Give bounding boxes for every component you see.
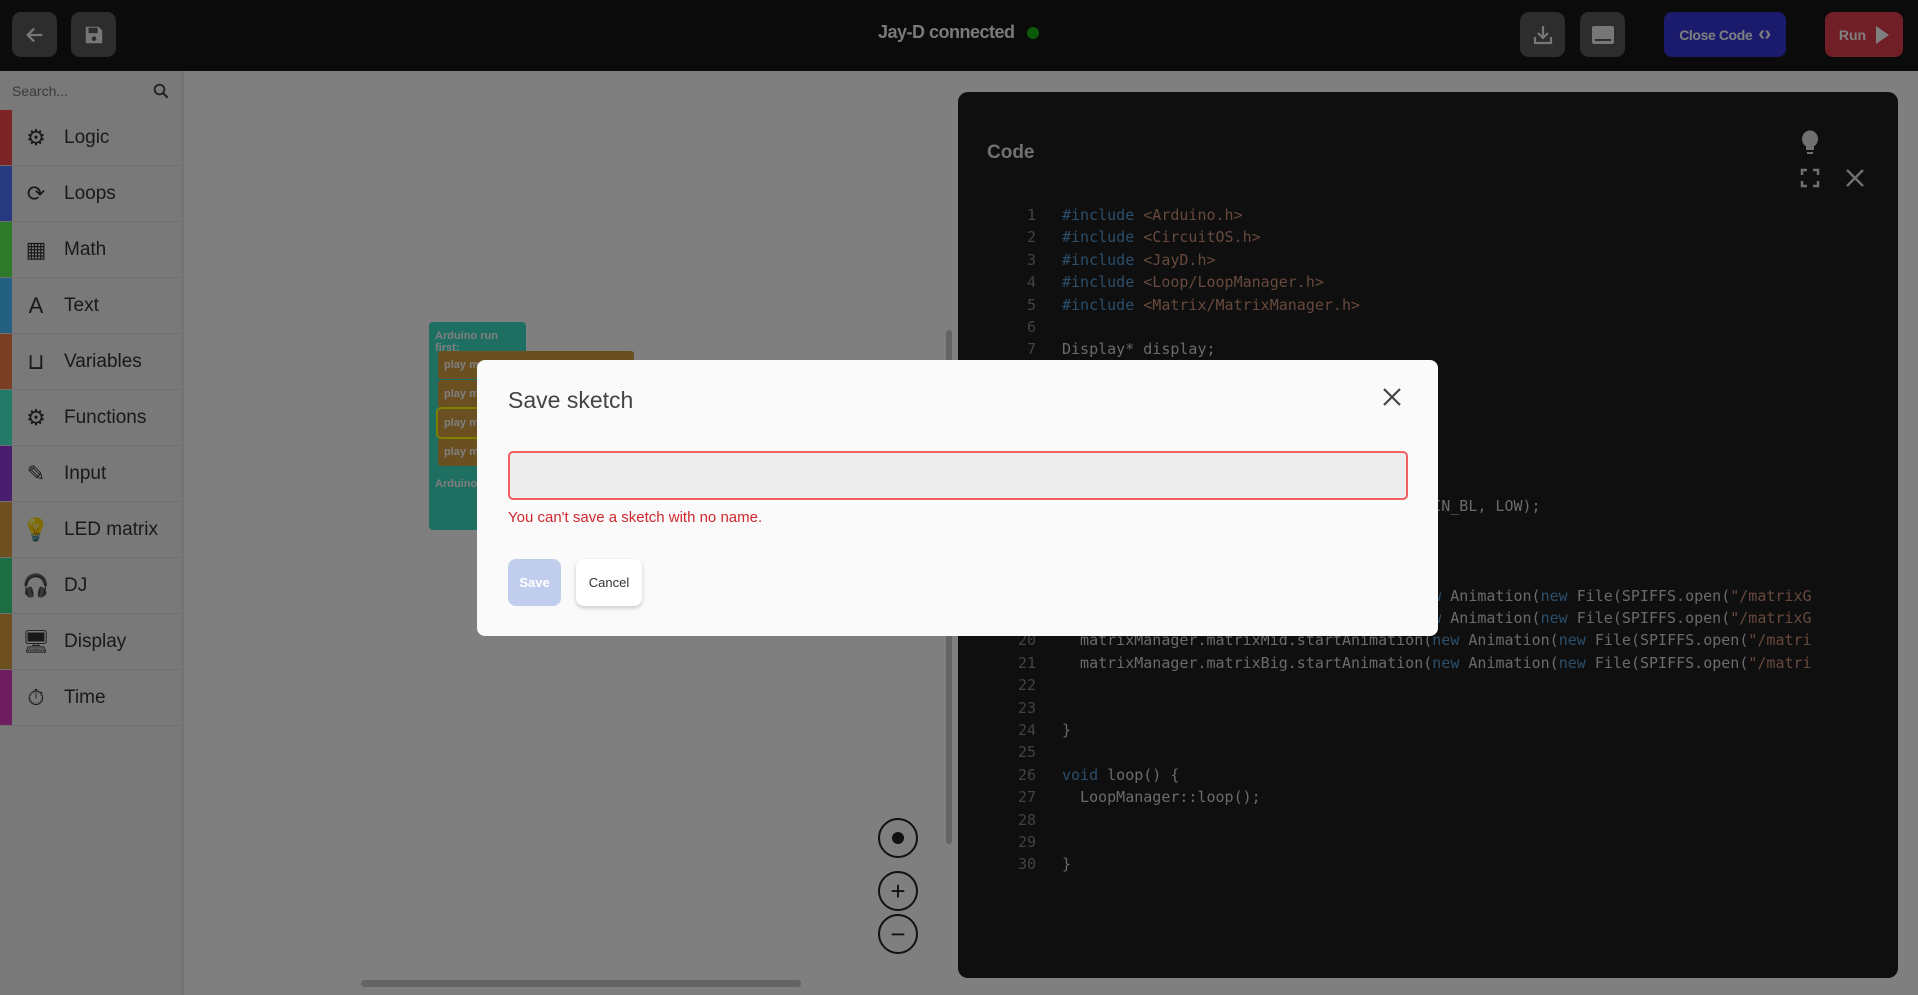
- cancel-button[interactable]: Cancel: [576, 559, 642, 606]
- save-sketch-button[interactable]: Save: [508, 559, 561, 606]
- validation-error: You can't save a sketch with no name.: [508, 509, 763, 526]
- save-sketch-dialog: Save sketch You can't save a sketch with…: [477, 360, 1438, 636]
- sketch-name-input[interactable]: [508, 451, 1408, 500]
- dialog-title: Save sketch: [508, 387, 634, 413]
- close-dialog-icon[interactable]: [1382, 382, 1402, 414]
